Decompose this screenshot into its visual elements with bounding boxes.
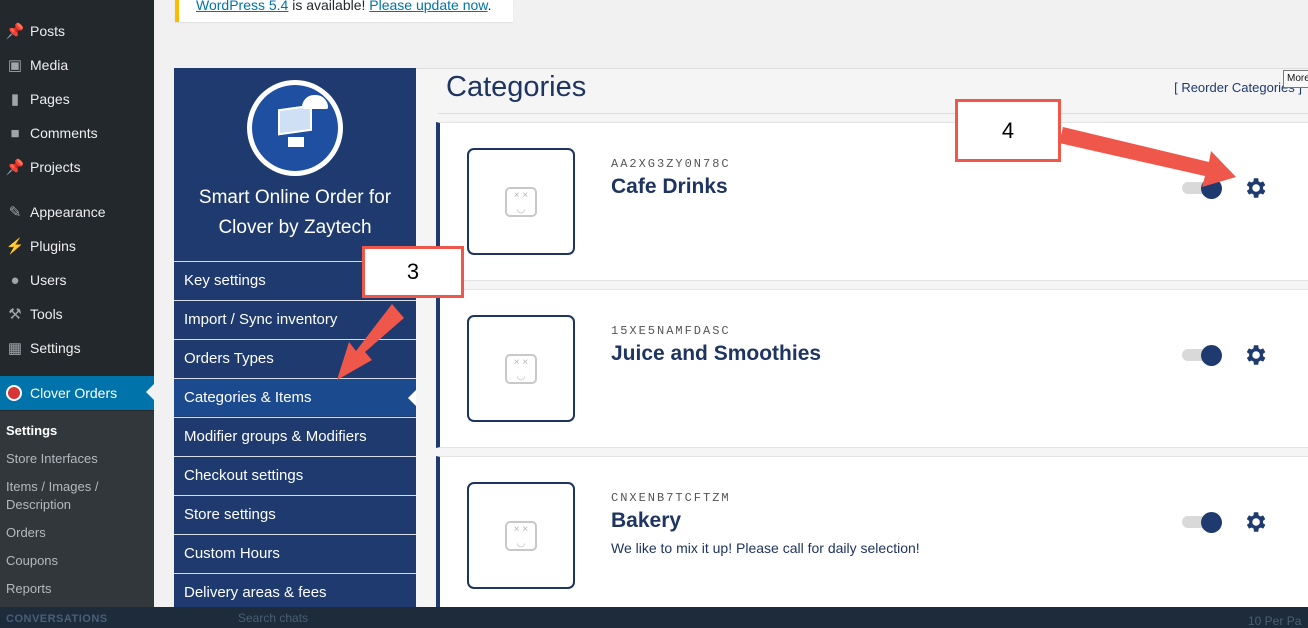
- menu-posts[interactable]: 📌 Posts: [0, 14, 154, 48]
- menu-users[interactable]: ● Users: [0, 263, 154, 297]
- clover-submenu: Settings Store Interfaces Items / Images…: [0, 411, 154, 607]
- nav-checkout-settings[interactable]: Checkout settings: [174, 456, 416, 494]
- category-image-placeholder[interactable]: × × ◡: [467, 482, 575, 589]
- step-4-callout: 4: [955, 99, 1061, 162]
- plugin-title: Smart Online Order for Clover by Zaytech: [174, 183, 416, 243]
- category-name: Cafe Drinks: [611, 175, 728, 198]
- category-card: × × ◡ AA2XG3ZY0N78C Cafe Drinks: [436, 122, 1308, 281]
- category-image-placeholder[interactable]: × × ◡: [467, 148, 575, 255]
- pin-icon: 📌: [5, 159, 25, 176]
- category-toggle[interactable]: [1182, 178, 1222, 199]
- submenu-store-interfaces[interactable]: Store Interfaces: [6, 450, 146, 468]
- settings-icon: ▦: [7, 340, 23, 357]
- submenu-orders[interactable]: Orders: [6, 524, 146, 542]
- brush-icon: ✎: [8, 204, 22, 221]
- category-description: We like to mix it up! Please call for da…: [611, 540, 920, 556]
- gear-icon[interactable]: [1242, 175, 1268, 201]
- admin-sidebar: 📌 Posts ▣ Media ▮ Pages ■ Comments 📌 Projects…: [0, 0, 154, 628]
- clover-logo-icon: [6, 385, 22, 401]
- menu-settings[interactable]: ▦ Settings: [0, 331, 154, 365]
- category-code: CNXENB7TCFTZM: [611, 491, 731, 505]
- menu-label: Posts: [30, 23, 66, 39]
- menu-label: Tools: [30, 306, 63, 322]
- menu-label: Projects: [30, 159, 81, 175]
- menu-clover-orders[interactable]: Clover Orders: [0, 376, 154, 410]
- category-card: × × ◡ CNXENB7TCFTZM Bakery We like to mix…: [436, 456, 1308, 607]
- category-card: × × ◡ 15XE5NAMFDASC Juice and Smoothies: [436, 289, 1308, 448]
- update-notice: WordPress 5.4 is available! Please updat…: [175, 0, 513, 22]
- nav-orders-types[interactable]: Orders Types: [174, 339, 416, 377]
- category-toggle[interactable]: [1182, 345, 1222, 366]
- per-page-select[interactable]: 10 Per Pa: [1248, 614, 1301, 628]
- step-3-callout: 3: [362, 246, 464, 298]
- category-toggle[interactable]: [1182, 512, 1222, 533]
- plugin-sidebar: Smart Online Order for Clover by Zaytech…: [174, 68, 416, 607]
- plugin-title-line2: Clover by Zaytech: [218, 217, 372, 238]
- menu-label: Plugins: [30, 238, 76, 254]
- submenu-reports[interactable]: Reports: [6, 580, 146, 598]
- pages-icon: ▮: [10, 91, 20, 108]
- media-icon: ▣: [7, 57, 23, 74]
- chat-bar: CONVERSATIONS Search chats 10 Per Pa: [0, 607, 1308, 628]
- nav-delivery-areas[interactable]: Delivery areas & fees: [174, 573, 416, 607]
- category-name: Bakery: [611, 509, 682, 532]
- nav-modifier-groups[interactable]: Modifier groups & Modifiers: [174, 417, 416, 455]
- menu-label: Pages: [30, 91, 70, 107]
- page-title: Categories: [446, 71, 587, 103]
- submenu-settings[interactable]: Settings: [6, 422, 146, 440]
- category-image-placeholder[interactable]: × × ◡: [467, 315, 575, 422]
- menu-plugins[interactable]: ⚡ Plugins: [0, 229, 154, 263]
- pin-icon: 📌: [5, 23, 25, 40]
- menu-label: Comments: [30, 125, 98, 141]
- notice-text: is available!: [288, 0, 370, 13]
- gear-icon[interactable]: [1242, 509, 1268, 535]
- comments-icon: ■: [10, 124, 20, 142]
- conversations-label: CONVERSATIONS: [6, 613, 108, 625]
- submenu-coupons[interactable]: Coupons: [6, 552, 146, 570]
- update-now-link[interactable]: Please update now: [369, 0, 487, 13]
- notice-end: .: [487, 0, 492, 13]
- nav-store-settings[interactable]: Store settings: [174, 495, 416, 533]
- broken-image-icon: × × ◡: [505, 187, 537, 217]
- nav-custom-hours[interactable]: Custom Hours: [174, 534, 416, 572]
- menu-label: Users: [30, 272, 67, 288]
- user-icon: ●: [10, 271, 20, 289]
- more-tooltip: More: [1283, 70, 1308, 88]
- category-code: 15XE5NAMFDASC: [611, 324, 731, 338]
- menu-comments[interactable]: ■ Comments: [0, 116, 154, 150]
- submenu-items-images[interactable]: Items / Images / Description: [6, 478, 146, 514]
- broken-image-icon: × × ◡: [505, 354, 537, 384]
- wrench-icon: ⚒: [8, 306, 22, 323]
- category-code: AA2XG3ZY0N78C: [611, 157, 731, 171]
- nav-import-sync[interactable]: Import / Sync inventory: [174, 300, 416, 338]
- plugin-title-line1: Smart Online Order for: [198, 187, 392, 208]
- broken-image-icon: × × ◡: [505, 521, 537, 551]
- menu-media[interactable]: ▣ Media: [0, 48, 154, 82]
- categories-panel: Categories [ Reorder Categories ] × × ◡ A…: [416, 68, 1308, 607]
- search-chats-input[interactable]: Search chats: [186, 610, 406, 628]
- divider: [438, 113, 1308, 114]
- menu-tools[interactable]: ⚒ Tools: [0, 297, 154, 331]
- plug-icon: ⚡: [5, 238, 25, 255]
- menu-label: Appearance: [30, 204, 106, 220]
- wordpress-version-link[interactable]: WordPress 5.4: [196, 0, 288, 13]
- menu-label: Media: [30, 57, 69, 73]
- menu-label: Clover Orders: [30, 385, 118, 401]
- zaytech-logo: [247, 80, 343, 176]
- menu-projects[interactable]: 📌 Projects: [0, 150, 154, 184]
- menu-pages[interactable]: ▮ Pages: [0, 82, 154, 116]
- menu-label: Settings: [30, 340, 81, 356]
- menu-appearance[interactable]: ✎ Appearance: [0, 195, 154, 229]
- nav-categories-items[interactable]: Categories & Items: [174, 378, 416, 416]
- category-name: Juice and Smoothies: [611, 342, 822, 365]
- gear-icon[interactable]: [1242, 342, 1268, 368]
